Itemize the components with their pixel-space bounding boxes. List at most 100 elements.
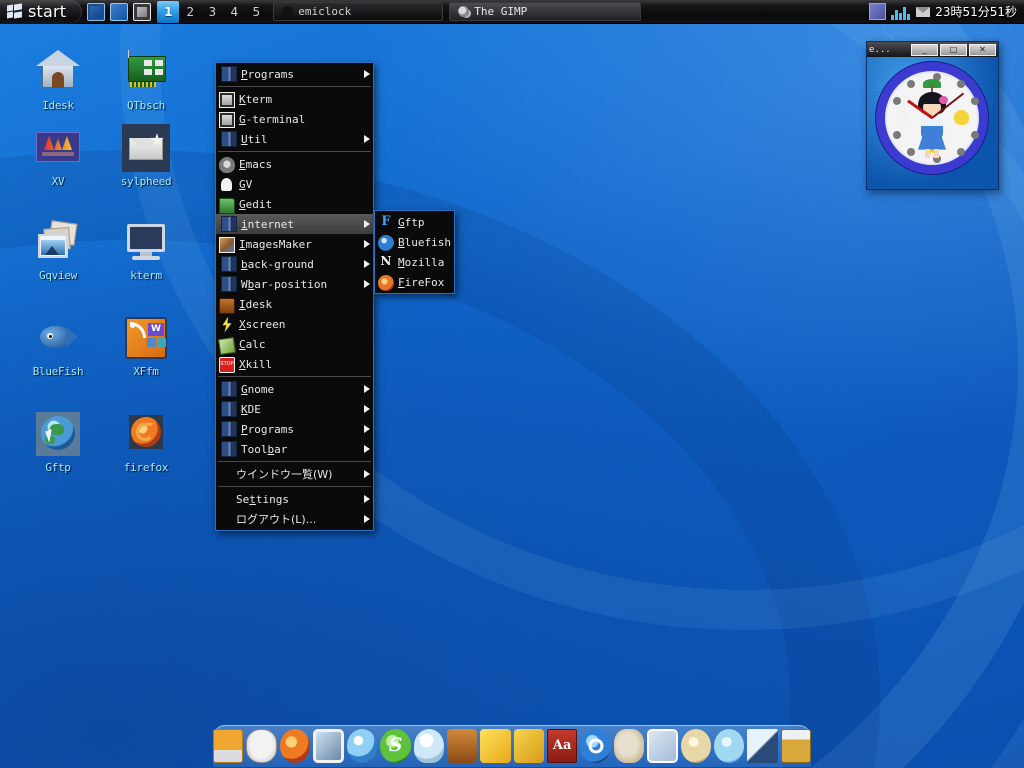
desktop-icon-kterm[interactable]: kterm [98,218,194,282]
menu-item-label: internet [241,218,358,231]
desktop-icon-label: Gqview [10,269,106,282]
desktop-icon-gftp[interactable]: Gftp [10,410,106,474]
menu-separator [218,86,371,87]
blue-book-icon [221,441,237,457]
menu-item-gv[interactable]: GV [216,174,373,194]
dock-bar: S Aa [213,725,811,767]
chevron-right-icon [364,260,370,268]
menu-item-label: Emacs [239,158,370,171]
submenu-item-label: Gftp [398,216,451,229]
chevron-right-icon [364,515,370,523]
gamepad-icon[interactable] [246,729,277,763]
cd-pen-icon[interactable] [681,729,711,763]
music-cd-icon[interactable] [714,729,744,763]
menu-item-xscreen[interactable]: Xscreen [216,314,373,334]
taskbar-clock[interactable]: 23時51分51秒 [935,3,1017,20]
chevron-right-icon [364,280,370,288]
menu-item-imagesmaker[interactable]: ImagesMaker [216,234,373,254]
terminal-icon [219,92,235,108]
blue-book-icon [221,401,237,417]
desktop-icon-xffm[interactable]: W XFfm [98,314,194,378]
menu-item-idesk[interactable]: Idesk [216,294,373,314]
workspace-button-2[interactable]: 2 [179,1,201,23]
u-yellow-icon[interactable] [480,729,510,763]
desktop-icon-gqview[interactable]: Gqview [10,218,106,282]
blue-book-icon [221,276,237,292]
menu-item-gnome[interactable]: Gnome [216,379,373,399]
menu-item-settings[interactable]: Settings [216,489,373,509]
submenu-item-mozilla[interactable]: N Mozilla [375,252,454,272]
u-yellow2-icon[interactable] [514,729,544,763]
submenu-item-bluefish[interactable]: Bluefish [375,232,454,252]
workspace-button-5[interactable]: 5 [245,1,267,23]
taskbar-window-emiclock[interactable]: emiclock [273,2,443,21]
show-desktop-icon[interactable] [87,3,105,21]
dictionary-icon[interactable]: Aa [547,729,578,763]
lightbulb-icon[interactable] [414,729,444,763]
menu-item-label: back-ground [241,258,358,271]
photo-stamp-icon[interactable] [313,729,344,763]
workspace-button-4[interactable]: 4 [223,1,245,23]
menu-item-programs[interactable]: Programs [216,64,373,84]
photos-icon[interactable] [647,729,678,763]
desktop-icon-qtbsch[interactable]: QTbsch [98,48,194,112]
tray-monitor-graph-icon[interactable] [891,4,911,20]
menu-item-label: G-terminal [239,113,370,126]
menu-item-gedit[interactable]: Gedit [216,194,373,214]
menu-item-kterm[interactable]: Kterm [216,89,373,109]
minimize-button[interactable]: _ [911,44,938,56]
workspace-button-1[interactable]: 1 [157,1,179,23]
submenu-item-gftp[interactable]: F Gftp [375,212,454,232]
hard-drive-icon[interactable] [213,729,244,763]
gimp-wilber-icon[interactable] [614,729,644,763]
magnifier-glyph [588,739,603,754]
menu-item-emacs[interactable]: Emacs [216,154,373,174]
desktop-icon-sylpheed[interactable]: sylpheed [98,124,194,188]
desktop-icon-firefox[interactable]: firefox [98,410,194,474]
menu-item-window-list[interactable]: ウインドウ一覧(W) [216,464,373,484]
search-icon[interactable] [580,729,610,763]
cow-icon[interactable] [447,729,477,763]
menu-item-label: Util [241,133,358,146]
emiclock-titlebar[interactable]: e... _ □ ✕ [867,42,998,57]
money-icon [218,336,236,354]
start-button[interactable]: start [0,0,82,24]
menu-item-label: Toolbar [241,443,358,456]
workspace-button-3[interactable]: 3 [201,1,223,23]
menu-item-kde[interactable]: KDE [216,399,373,419]
menu-item-logout[interactable]: ログアウト(L)... [216,509,373,529]
maximize-button[interactable]: □ [940,44,967,56]
chevron-right-icon [364,220,370,228]
menu-item-back-ground[interactable]: back-ground [216,254,373,274]
menu-item-toolbar[interactable]: Toolbar [216,439,373,459]
image-editor-icon[interactable] [747,729,777,763]
menu-item-wbar-position[interactable]: Wbar-position [216,274,373,294]
desktop-screen: start 1 2 3 4 5 emiclock The GIMP [0,0,1024,768]
bunny-icon [895,110,909,126]
tray-mail-icon[interactable] [916,7,930,17]
window-switch-icon[interactable] [110,3,128,21]
desktop-icon-label: Idesk [10,99,106,112]
globe-icon[interactable] [347,729,377,763]
movie-clapper-icon[interactable] [781,729,812,763]
chevron-right-icon [364,470,370,478]
emiclock-window[interactable]: e... _ □ ✕ [866,41,999,190]
tray-blue-square-icon[interactable] [869,3,886,20]
submenu-item-firefox[interactable]: FireFox [375,272,454,292]
menu-item-g-terminal[interactable]: G-terminal [216,109,373,129]
firefox-icon[interactable] [280,729,310,763]
taskbar-window-label: emiclock [298,5,351,18]
skype-icon[interactable]: S [380,729,410,763]
menu-item-util[interactable]: Util [216,129,373,149]
close-button[interactable]: ✕ [969,44,996,56]
menu-item-calc[interactable]: Calc [216,334,373,354]
desktop-icon-idesk[interactable]: Idesk [10,48,106,112]
taskbar-window-gimp[interactable]: The GIMP [449,2,641,21]
menu-item-internet[interactable]: internet [216,214,373,234]
blue-book-icon [221,381,237,397]
desktop-icon-bluefish[interactable]: BlueFish [10,314,106,378]
menu-item-programs-2[interactable]: Programs [216,419,373,439]
desktop-icon-xv[interactable]: XV [10,124,106,188]
terminal-icon[interactable] [133,3,151,21]
menu-item-xkill[interactable]: STOP Xkill [216,354,373,374]
